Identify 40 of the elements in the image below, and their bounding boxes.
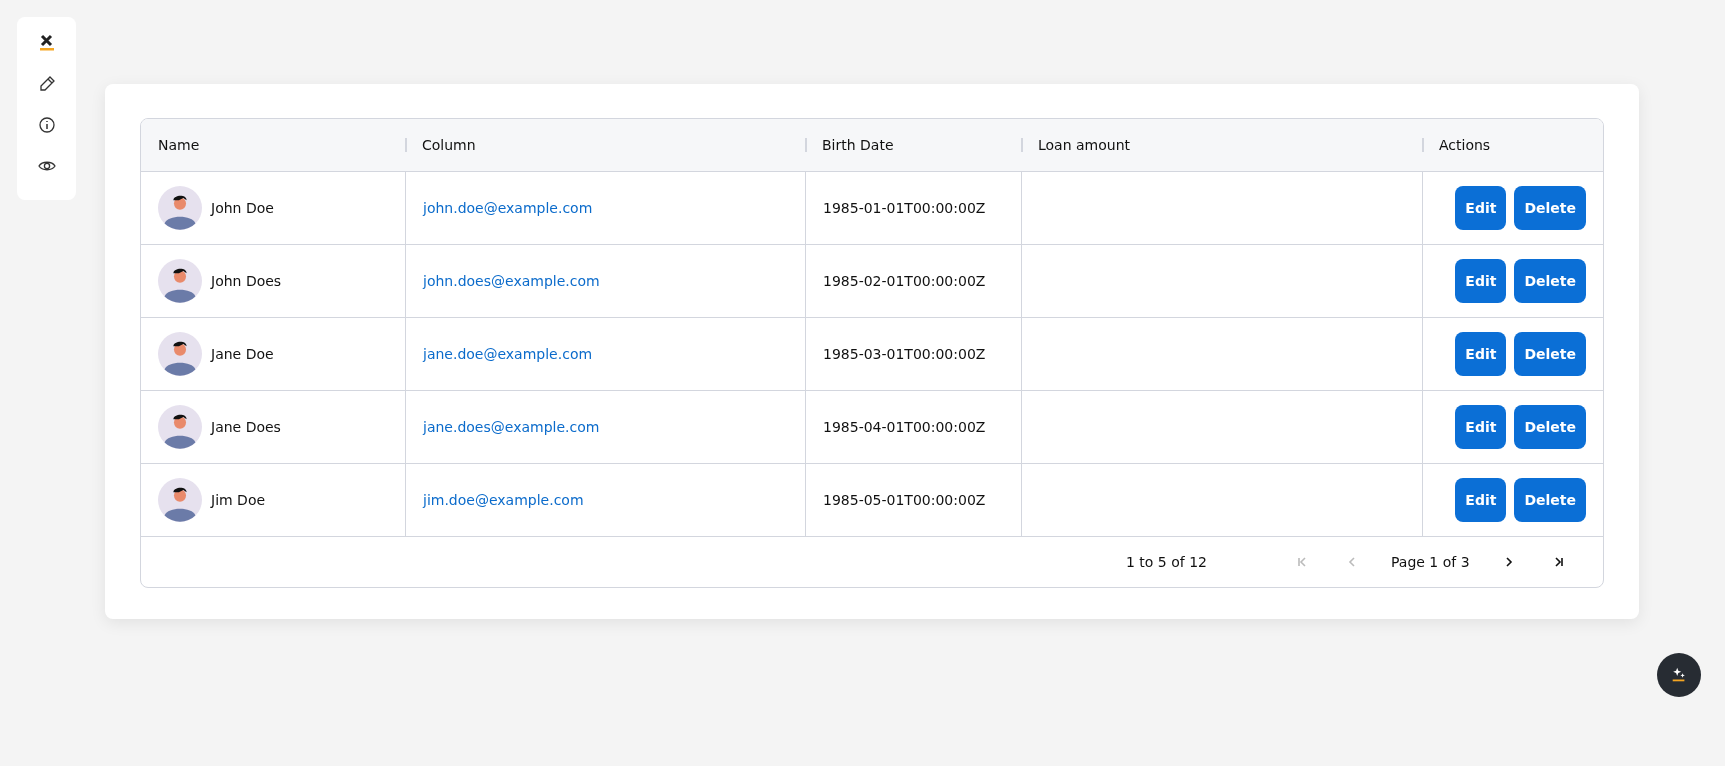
sparkle-fab-button[interactable] <box>1657 653 1701 697</box>
delete-button[interactable]: Delete <box>1514 405 1586 449</box>
edit-button[interactable]: Edit <box>1455 332 1507 376</box>
edit-button[interactable]: Edit <box>1455 478 1507 522</box>
name-text: Jim Doe <box>211 492 266 508</box>
email-link[interactable]: john.doe@example.com <box>423 200 593 216</box>
edit-button[interactable]: Edit <box>1455 259 1507 303</box>
delete-button[interactable]: Delete <box>1514 332 1586 376</box>
avatar-icon <box>158 259 202 303</box>
email-link[interactable]: jane.doe@example.com <box>423 346 593 362</box>
column-header[interactable]: Actions <box>1439 137 1491 153</box>
name-text: Jane Does <box>211 419 281 435</box>
column-header[interactable]: Column <box>422 137 476 153</box>
column-header[interactable]: Loan amount <box>1038 137 1131 153</box>
column-header[interactable]: Name <box>158 137 200 153</box>
name-text: Jane Doe <box>211 346 274 362</box>
delete-button[interactable]: Delete <box>1514 259 1586 303</box>
birth-date-text: 1985-05-01T00:00:00Z <box>823 492 986 508</box>
edit-button[interactable]: Edit <box>1455 186 1507 230</box>
delete-button[interactable]: Delete <box>1514 186 1586 230</box>
birth-date-text: 1985-03-01T00:00:00Z <box>823 346 986 362</box>
name-text: John Doe <box>211 200 274 216</box>
email-link[interactable]: jim.doe@example.com <box>423 492 584 508</box>
birth-date-text: 1985-04-01T00:00:00Z <box>823 419 986 435</box>
avatar-icon <box>158 332 202 376</box>
edit-button[interactable]: Edit <box>1455 405 1507 449</box>
name-text: John Does <box>211 273 282 289</box>
email-link[interactable]: jane.does@example.com <box>423 419 600 435</box>
info-icon[interactable] <box>36 115 57 135</box>
birth-date-text: 1985-01-01T00:00:00Z <box>823 200 986 216</box>
page-label: Page 1 of 3 <box>1391 554 1470 570</box>
sparkle-icon <box>1670 666 1688 684</box>
avatar-icon <box>158 186 202 230</box>
delete-button[interactable]: Delete <box>1514 478 1586 522</box>
column-header[interactable]: Birth Date <box>822 137 894 153</box>
birth-date-text: 1985-02-01T00:00:00Z <box>823 273 986 289</box>
pagination-summary: 1 to 5 of 12 <box>1126 554 1207 570</box>
avatar-icon <box>158 405 202 449</box>
email-link[interactable]: john.does@example.com <box>423 273 600 289</box>
avatar-icon <box>158 478 202 522</box>
